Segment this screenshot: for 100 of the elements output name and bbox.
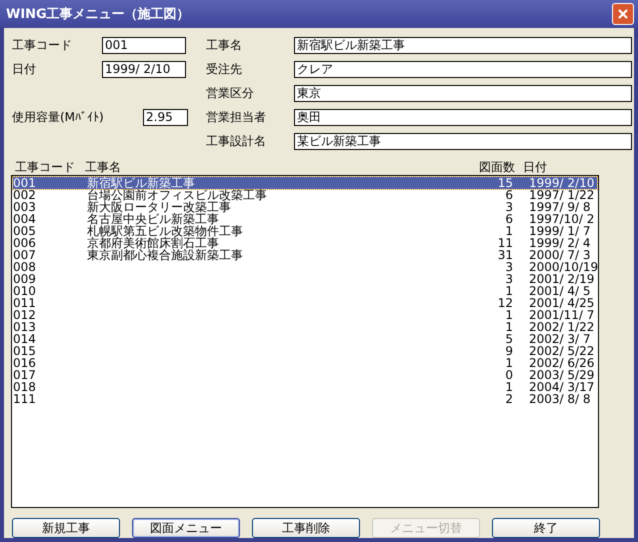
table-cell-text: 1 [504,356,513,369]
table-cell-text: 新大阪ロータリー改築工事 [87,200,232,213]
field-label: 日付 [12,61,37,78]
table-cell-text: 011 [13,296,37,309]
table-cell-text: 001 [13,176,37,189]
table-cell-text: 004 [13,212,37,225]
table-cell-text: 2003/ 8/ 8 [528,392,591,405]
field-label: 工事コード [12,37,73,54]
table-cell-text: 2 [504,392,513,405]
table-cell-text: 2004/ 3/17 [528,380,595,393]
table-cell-text: 2001/ 2/19 [528,272,594,285]
list-row[interactable]: 003 新大阪ロータリー改築工事 3 1997/ 9/ 8 [13,200,597,213]
list-row[interactable]: 009 3 2001/ 2/19 [13,272,597,285]
field-label: 営業担当者 [206,109,267,126]
table-cell-text: 名古屋中央ビル新築工事 [87,212,219,225]
list-row[interactable]: 008 3 2000/10/19 [13,260,597,273]
field-label: 工事設計名 [206,133,267,150]
table-cell-text: 1 [504,284,513,297]
table-cell-text: 1999/ 1/ 7 [528,224,592,237]
table-cell-text: 2001/11/ 7 [528,308,595,321]
column-header: 日付 [523,160,548,174]
table-cell-text: 018 [13,380,37,393]
list-row[interactable]: 012 1 2001/11/ 7 [13,308,597,321]
table-cell-text: 111 [13,392,37,405]
table-cell-text: 017 [13,368,37,381]
table-cell-text: 15 [496,176,513,189]
action-button[interactable]: 終了 [492,518,600,538]
table-cell-text: 3 [504,200,513,213]
field-label: 営業区分 [206,85,255,102]
table-cell-text: 015 [13,344,37,357]
input-field[interactable]: 2.95 [143,109,188,126]
field-label: 工事名 [206,37,243,54]
input-field[interactable]: 001 [102,37,186,54]
table-cell-text: 東京副都心複合施設新築工事 [87,248,244,261]
list-row[interactable]: 015 9 2002/ 5/22 [13,344,597,357]
field-label: 使用容量(Mﾊﾞｲﾄ) [12,109,104,126]
table-cell-text: 2001/ 4/ 5 [528,284,591,297]
table-cell-text: 11 [496,236,513,249]
list-row[interactable]: 014 5 2002/ 3/ 7 [13,332,597,345]
table-cell-text: 5 [504,332,513,345]
table-cell-text: 012 [13,308,37,321]
list-row[interactable]: 016 1 2002/ 6/26 [13,356,597,369]
input-field[interactable]: 奥田 [294,109,632,126]
list-row[interactable]: 007 東京副都心複合施設新築工事 31 2000/ 7/ 3 [13,248,597,261]
list-row[interactable]: 018 1 2004/ 3/17 [13,380,597,393]
table-cell-text: 1 [504,320,513,333]
column-header: 工事名 [85,160,122,174]
input-field[interactable]: 某ビル新築工事 [294,133,632,150]
input-field[interactable]: 1999/ 2/10 [102,61,186,78]
table-cell-text: 2001/ 4/25 [528,296,595,309]
table-cell-text: 008 [13,260,37,273]
table-cell-text: 009 [13,272,37,285]
table-cell-text: 9 [504,344,513,357]
list-row[interactable]: 004 名古屋中央ビル新築工事 6 1997/10/ 2 [13,212,597,225]
close-icon [617,8,629,20]
table-cell-text: 2002/ 3/ 7 [528,332,591,345]
table-cell-text: 2002/ 5/22 [528,344,595,357]
table-cell-text: 002 [13,188,37,201]
action-button[interactable]: 新規工事 [12,518,120,538]
list-row[interactable]: 001 新宿駅ビル新築工事 15 1999/ 2/10 [13,176,597,189]
action-button[interactable]: 図面メニュー [132,518,240,538]
table-cell-text: 2002/ 1/22 [528,320,595,333]
input-field[interactable]: 新宿駅ビル新築工事 [294,37,632,54]
table-cell-text: 007 [13,248,37,261]
list-row[interactable]: 006 京都府美術館床割石工事 11 1999/ 2/ 4 [13,236,597,249]
input-field[interactable]: クレア [294,61,632,78]
table-cell-text: 2000/10/19 [528,260,595,273]
list-row[interactable]: 010 1 2001/ 4/ 5 [13,284,597,297]
table-cell-text: 1 [504,308,513,321]
list-row[interactable]: 111 2 2003/ 8/ 8 [13,392,597,405]
column-header: 工事コード [15,160,76,174]
table-cell-text: 3 [504,260,513,273]
table-cell-text: 003 [13,200,37,213]
field-label: 受注先 [206,61,243,78]
table-cell-text: 006 [13,236,37,249]
table-cell-text: 3 [504,272,513,285]
input-field[interactable]: 東京 [294,85,632,102]
table-cell-text: 1997/ 1/22 [528,188,595,201]
table-cell-text: 2000/ 7/ 3 [528,248,592,261]
table-cell-text: 013 [13,320,37,333]
table-cell-text: 新宿駅ビル新築工事 [87,176,196,189]
table-cell-text: 1997/10/ 2 [528,212,595,225]
table-cell-text: 2002/ 6/26 [528,356,595,369]
table-cell-text: 014 [13,332,37,345]
action-button[interactable]: 工事削除 [252,518,360,538]
table-cell-text: 1 [504,224,513,237]
list-row[interactable]: 017 0 2003/ 5/29 [13,368,597,381]
table-cell-text: 1999/ 2/10 [528,176,595,189]
close-button[interactable] [612,2,634,25]
table-cell-text: 1997/ 9/ 8 [528,200,591,213]
table-cell-text: 6 [504,188,513,201]
table-cell-text: 6 [504,212,513,225]
list-row[interactable]: 005 札幌駅第五ビル改築物件工事 1 1999/ 1/ 7 [13,224,597,237]
table-cell-text: 2003/ 5/29 [528,368,595,381]
window-title: WING工事メニュー（施工図） [6,6,190,23]
list-row[interactable]: 013 1 2002/ 1/22 [13,320,597,333]
table-cell-text: 1999/ 2/ 4 [528,236,592,249]
table-cell-text: 005 [13,224,37,237]
list-row[interactable]: 011 12 2001/ 4/25 [13,296,597,309]
table-cell-text: 010 [13,284,37,297]
